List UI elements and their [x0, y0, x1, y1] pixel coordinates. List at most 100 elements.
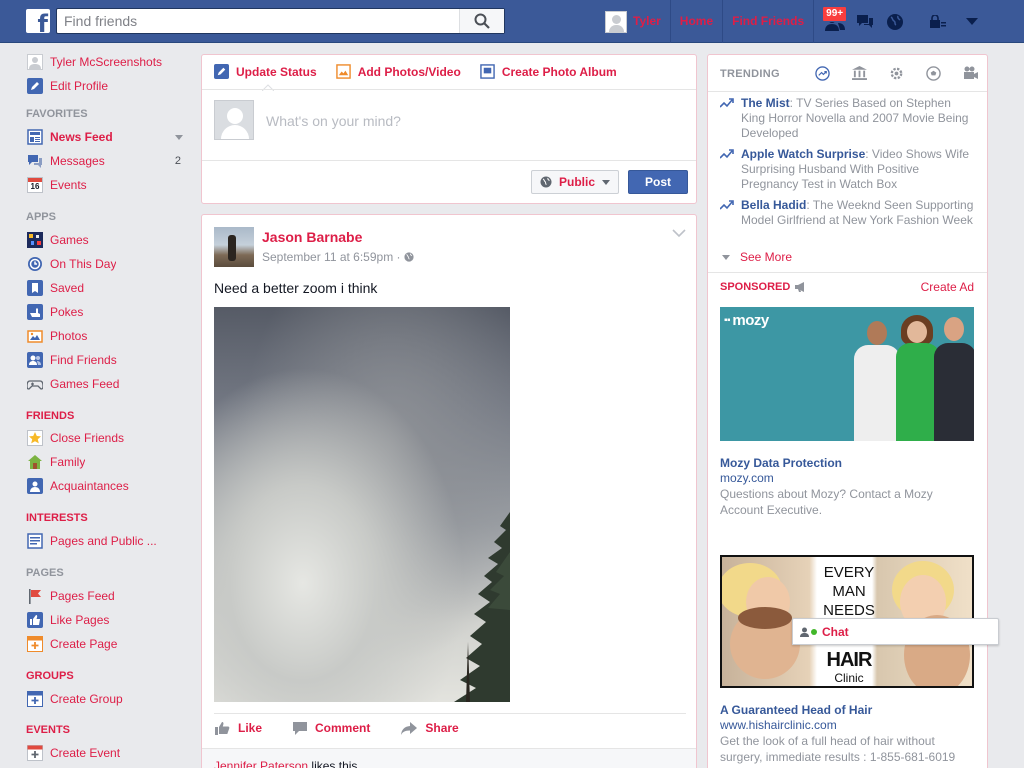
facebook-logo[interactable]: f	[26, 9, 50, 33]
meta-separator: ·	[396, 250, 401, 264]
mozy-logo: ▪▪ mozy	[724, 312, 769, 329]
search-input[interactable]	[57, 9, 459, 33]
acquaintances-icon	[27, 478, 43, 494]
mozy-ad-image[interactable]: ▪▪ mozy	[720, 307, 974, 441]
album-icon	[480, 64, 495, 79]
user-avatar[interactable]	[605, 10, 627, 33]
post-timestamp[interactable]: September 11 at 6:59pm	[262, 250, 393, 264]
sidebar-item-close-friends[interactable]: Close Friends	[27, 428, 187, 448]
sidebar-item-family[interactable]: Family	[27, 452, 187, 472]
privacy-selector[interactable]: Public	[531, 170, 619, 194]
trending-entertainment-tab[interactable]	[952, 64, 989, 82]
ad-url[interactable]: mozy.com	[720, 471, 774, 485]
sidebar-item-on-this-day[interactable]: On This Day	[27, 254, 187, 274]
author-avatar[interactable]	[214, 227, 254, 267]
account-menu-button[interactable]	[960, 0, 984, 43]
sidebar-item-photos[interactable]: Photos	[27, 326, 187, 346]
ad-image-text: EVERY MAN NEEDS	[823, 564, 875, 619]
post-author[interactable]: Jason Barnabe	[262, 229, 362, 245]
messages-button[interactable]	[850, 0, 880, 43]
ad-description: Questions about Mozy? Contact a Mozy Acc…	[720, 487, 933, 517]
status-input[interactable]: What's on your mind?	[266, 113, 401, 129]
sidebar-profile[interactable]: Tyler McScreenshots	[27, 52, 187, 72]
ad-title[interactable]: Mozy Data Protection	[720, 456, 842, 470]
trending-politics-tab[interactable]	[841, 64, 878, 82]
interests-heading[interactable]: INTERESTS	[26, 512, 88, 524]
messages-icon	[27, 153, 43, 169]
globe-icon	[404, 252, 414, 262]
sidebar-item-messages[interactable]: Messages 2	[27, 151, 187, 171]
composer-avatar	[214, 100, 254, 140]
calendar-icon: 16	[27, 177, 43, 193]
soccer-ball-icon	[926, 65, 941, 81]
update-status-tab[interactable]: Update Status	[214, 64, 317, 79]
notifications-button[interactable]	[880, 0, 910, 43]
share-button[interactable]: Share	[401, 721, 459, 735]
messages-icon	[857, 14, 874, 28]
trending-sports-tab[interactable]	[915, 64, 952, 82]
profile-link[interactable]: Tyler	[633, 0, 671, 43]
trending-item[interactable]: The Mist: TV Series Based on Stephen Kin…	[720, 96, 978, 141]
create-ad-link[interactable]: Create Ad	[921, 280, 974, 294]
house-icon	[27, 454, 43, 470]
post-options-icon[interactable]	[672, 229, 686, 238]
find-friends-icon	[27, 352, 43, 368]
see-more-trending[interactable]: See More	[722, 250, 792, 264]
photo-icon	[335, 64, 351, 79]
sidebar-item-pokes[interactable]: Pokes	[27, 302, 187, 322]
person-icon	[800, 627, 809, 637]
sidebar-item-acquaintances[interactable]: Acquaintances	[27, 476, 187, 496]
sidebar-item-saved[interactable]: Saved	[27, 278, 187, 298]
ad-title[interactable]: A Guaranteed Head of Hair	[720, 703, 872, 717]
friend-requests-button[interactable]: 99+	[820, 0, 850, 43]
sidebar-item-find-friends[interactable]: Find Friends	[27, 350, 187, 370]
ad-url[interactable]: www.hishairclinic.com	[720, 718, 837, 732]
trending-item[interactable]: Apple Watch Surprise: Video Shows Wife S…	[720, 147, 978, 192]
government-building-icon	[852, 66, 867, 80]
chat-tab[interactable]: Chat	[792, 618, 999, 645]
sidebar-item-events[interactable]: 16 Events	[27, 175, 187, 195]
groups-heading[interactable]: GROUPS	[26, 670, 74, 682]
pencil-icon	[214, 64, 229, 79]
trending-item[interactable]: Bella Hadid: The Weeknd Seen Supporting …	[720, 198, 978, 228]
find-friends-link[interactable]: Find Friends	[723, 0, 815, 43]
sidebar-item-games[interactable]: Games	[27, 230, 187, 250]
sidebar-item-games-feed[interactable]: Games Feed	[26, 374, 187, 394]
sidebar-item-like-pages[interactable]: Like Pages	[27, 610, 187, 630]
caret-down-icon	[966, 17, 979, 25]
games-feed-icon	[26, 376, 44, 392]
flag-icon	[27, 588, 43, 604]
sidebar-item-create-page[interactable]: Create Page	[27, 634, 187, 654]
tree-silhouette	[454, 512, 510, 702]
news-feed-options-icon[interactable]	[175, 134, 183, 140]
trending-science-tab[interactable]	[878, 64, 915, 82]
interests-icon	[27, 533, 43, 549]
search-box	[56, 8, 505, 34]
sidebar-item-pages-and-public[interactable]: Pages and Public ...	[27, 531, 187, 551]
friends-heading[interactable]: FRIENDS	[26, 410, 74, 422]
create-photo-album-tab[interactable]: Create Photo Album	[480, 64, 617, 79]
liker-name[interactable]: Jennifer Paterson	[214, 759, 308, 768]
sidebar-item-pages-feed[interactable]: Pages Feed	[27, 586, 187, 606]
comment-button[interactable]: Comment	[293, 721, 370, 735]
apps-heading: APPS	[26, 211, 56, 223]
events-heading[interactable]: EVENTS	[26, 724, 70, 736]
sidebar-item-create-group[interactable]: Create Group	[27, 689, 187, 709]
home-link[interactable]: Home	[671, 0, 724, 43]
sidebar-edit-profile[interactable]: Edit Profile	[27, 76, 187, 96]
like-button[interactable]: Like	[214, 721, 262, 735]
games-icon	[27, 232, 43, 248]
create-page-icon	[27, 636, 43, 652]
add-photos-video-tab[interactable]: Add Photos/Video	[335, 64, 461, 79]
search-button[interactable]	[459, 9, 504, 33]
sponsored-heading: SPONSORED	[720, 281, 807, 293]
privacy-shortcuts-button[interactable]	[916, 0, 960, 43]
sidebar-item-news-feed[interactable]: News Feed	[27, 127, 187, 147]
post-button[interactable]: Post	[628, 170, 688, 194]
sidebar-item-create-event[interactable]: Create Event	[27, 743, 187, 763]
profile-avatar-icon	[27, 54, 43, 70]
post-photo[interactable]	[214, 307, 510, 702]
chevron-down-icon	[722, 254, 730, 260]
like-icon	[27, 612, 43, 628]
trending-top-tab[interactable]	[804, 64, 841, 82]
